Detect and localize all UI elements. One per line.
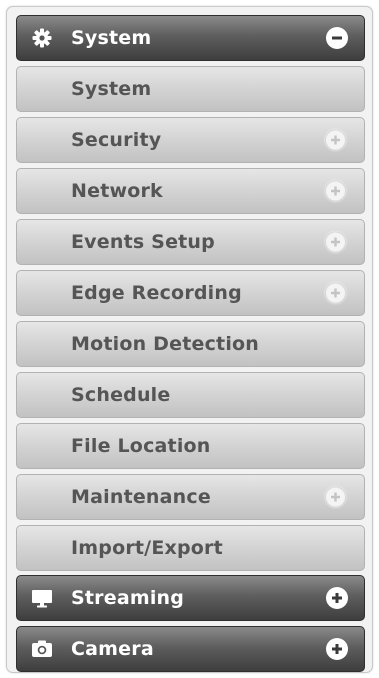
menu-item-events-setup[interactable]: Events Setup xyxy=(16,219,365,265)
menu-item-schedule[interactable]: Schedule xyxy=(16,372,365,418)
menu-item-import-export[interactable]: Import/Export xyxy=(16,525,365,571)
menu-item-maintenance[interactable]: Maintenance xyxy=(16,474,365,520)
menu-item-label: System xyxy=(71,78,152,100)
monitor-icon xyxy=(31,587,53,609)
menu-header-label: Streaming xyxy=(71,587,185,609)
camera-icon xyxy=(31,638,53,660)
expand-icon[interactable] xyxy=(326,587,348,609)
expand-icon[interactable] xyxy=(325,486,346,508)
menu-header-streaming[interactable]: Streaming xyxy=(16,575,365,621)
settings-menu-panel: System System Security Network Events Se… xyxy=(6,6,373,673)
menu-item-label: File Location xyxy=(71,435,211,457)
menu-item-label: Events Setup xyxy=(71,231,215,253)
expand-icon[interactable] xyxy=(325,180,346,202)
expand-icon[interactable] xyxy=(326,638,348,660)
collapse-icon[interactable] xyxy=(326,27,348,49)
menu-item-label: Schedule xyxy=(71,384,171,406)
menu-item-edge-recording[interactable]: Edge Recording xyxy=(16,270,365,316)
menu-item-security[interactable]: Security xyxy=(16,117,365,163)
menu-item-file-location[interactable]: File Location xyxy=(16,423,365,469)
menu-item-label: Security xyxy=(71,129,162,151)
gear-icon xyxy=(31,27,53,49)
menu-item-label: Import/Export xyxy=(71,537,223,559)
menu-item-system[interactable]: System xyxy=(16,66,365,112)
menu-header-system[interactable]: System xyxy=(16,15,365,61)
expand-icon[interactable] xyxy=(325,282,346,304)
expand-icon[interactable] xyxy=(325,231,346,253)
menu-header-label: System xyxy=(71,27,152,49)
menu-header-label: Camera xyxy=(71,638,154,660)
menu-item-network[interactable]: Network xyxy=(16,168,365,214)
menu-item-motion-detection[interactable]: Motion Detection xyxy=(16,321,365,367)
menu-item-label: Maintenance xyxy=(71,486,211,508)
menu-item-label: Motion Detection xyxy=(71,333,260,355)
menu-item-label: Network xyxy=(71,180,163,202)
menu-header-camera[interactable]: Camera xyxy=(16,626,365,672)
expand-icon[interactable] xyxy=(325,129,346,151)
menu-item-label: Edge Recording xyxy=(71,282,242,304)
